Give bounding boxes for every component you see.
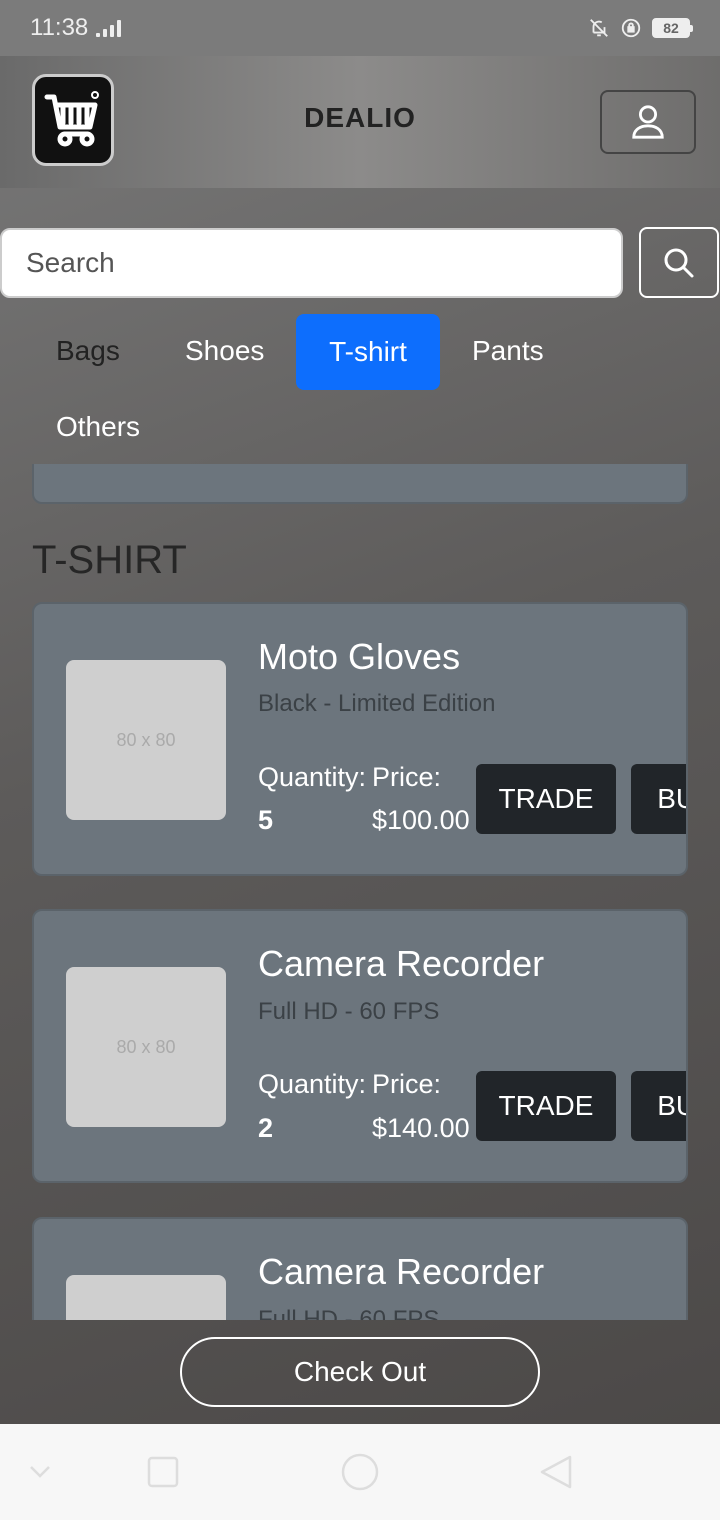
previous-card: [32, 464, 688, 504]
signal-icon: [96, 19, 122, 37]
category-shoes[interactable]: Shoes: [161, 313, 288, 389]
trade-button[interactable]: TRADE: [476, 764, 616, 834]
search-button[interactable]: [639, 227, 719, 298]
product-card: 80 x 80 Moto Gloves Black - Limited Edit…: [32, 602, 688, 876]
product-description: Black - Limited Edition: [258, 690, 496, 717]
chevron-down-icon[interactable]: [27, 1458, 53, 1484]
product-card: Camera Recorder Full HD - 60 FPS: [32, 1217, 688, 1320]
status-time: 11:38: [30, 14, 89, 41]
category-others[interactable]: Others: [32, 389, 164, 465]
user-icon: [632, 105, 664, 139]
category-pants[interactable]: Pants: [448, 313, 568, 389]
price-label: Price:: [372, 762, 442, 792]
trade-button[interactable]: TRADE: [476, 1071, 616, 1141]
back-icon[interactable]: [538, 1454, 574, 1490]
quantity-label: Quantity:: [258, 762, 367, 792]
lock-rotation-icon: [621, 18, 641, 38]
product-description: Full HD - 60 FPS: [258, 1306, 440, 1320]
bell-off-icon: [590, 19, 608, 37]
product-name: Camera Recorder: [258, 1251, 545, 1292]
product-description: Full HD - 60 FPS: [258, 998, 440, 1025]
category-bags[interactable]: Bags: [32, 313, 144, 389]
section-title: T-SHIRT: [32, 538, 187, 582]
buy-button[interactable]: BUY: [631, 1071, 686, 1141]
recents-icon[interactable]: [146, 1455, 180, 1489]
image-placeholder-label: 80 x 80: [116, 729, 176, 750]
battery-level: 82: [663, 20, 679, 36]
product-image: 80 x 80: [66, 660, 226, 820]
search-input[interactable]: [0, 228, 623, 298]
quantity-value: 5: [258, 805, 274, 835]
product-list[interactable]: T-SHIRT 80 x 80 Moto Gloves Black - Limi…: [0, 464, 720, 1320]
app-header: DEALIO: [0, 56, 720, 188]
buy-button[interactable]: BUY: [631, 764, 686, 834]
status-right: 82: [588, 17, 693, 39]
price-value: $140.00: [372, 1113, 470, 1143]
price-value: $100.00: [372, 805, 470, 835]
checkout-button[interactable]: Check Out: [180, 1337, 540, 1407]
status-left: 11:38: [30, 14, 122, 42]
home-icon[interactable]: [340, 1452, 380, 1492]
search-icon: [664, 248, 694, 277]
category-tshirt[interactable]: T-shirt: [296, 314, 440, 390]
image-placeholder-label: 80 x 80: [116, 1036, 176, 1057]
product-image: [66, 1275, 226, 1320]
quantity-label: Quantity:: [258, 1069, 367, 1099]
price-label: Price:: [372, 1069, 442, 1099]
product-name: Camera Recorder: [258, 943, 545, 984]
status-bar: 11:38 82: [0, 0, 720, 56]
quantity-value: 2: [258, 1113, 274, 1143]
system-nav-bar: [0, 1424, 720, 1520]
product-image: 80 x 80: [66, 967, 226, 1127]
battery-icon: 82: [652, 18, 693, 38]
product-name: Moto Gloves: [258, 636, 461, 677]
product-card: 80 x 80 Camera Recorder Full HD - 60 FPS…: [32, 909, 688, 1183]
profile-button[interactable]: [600, 90, 696, 154]
